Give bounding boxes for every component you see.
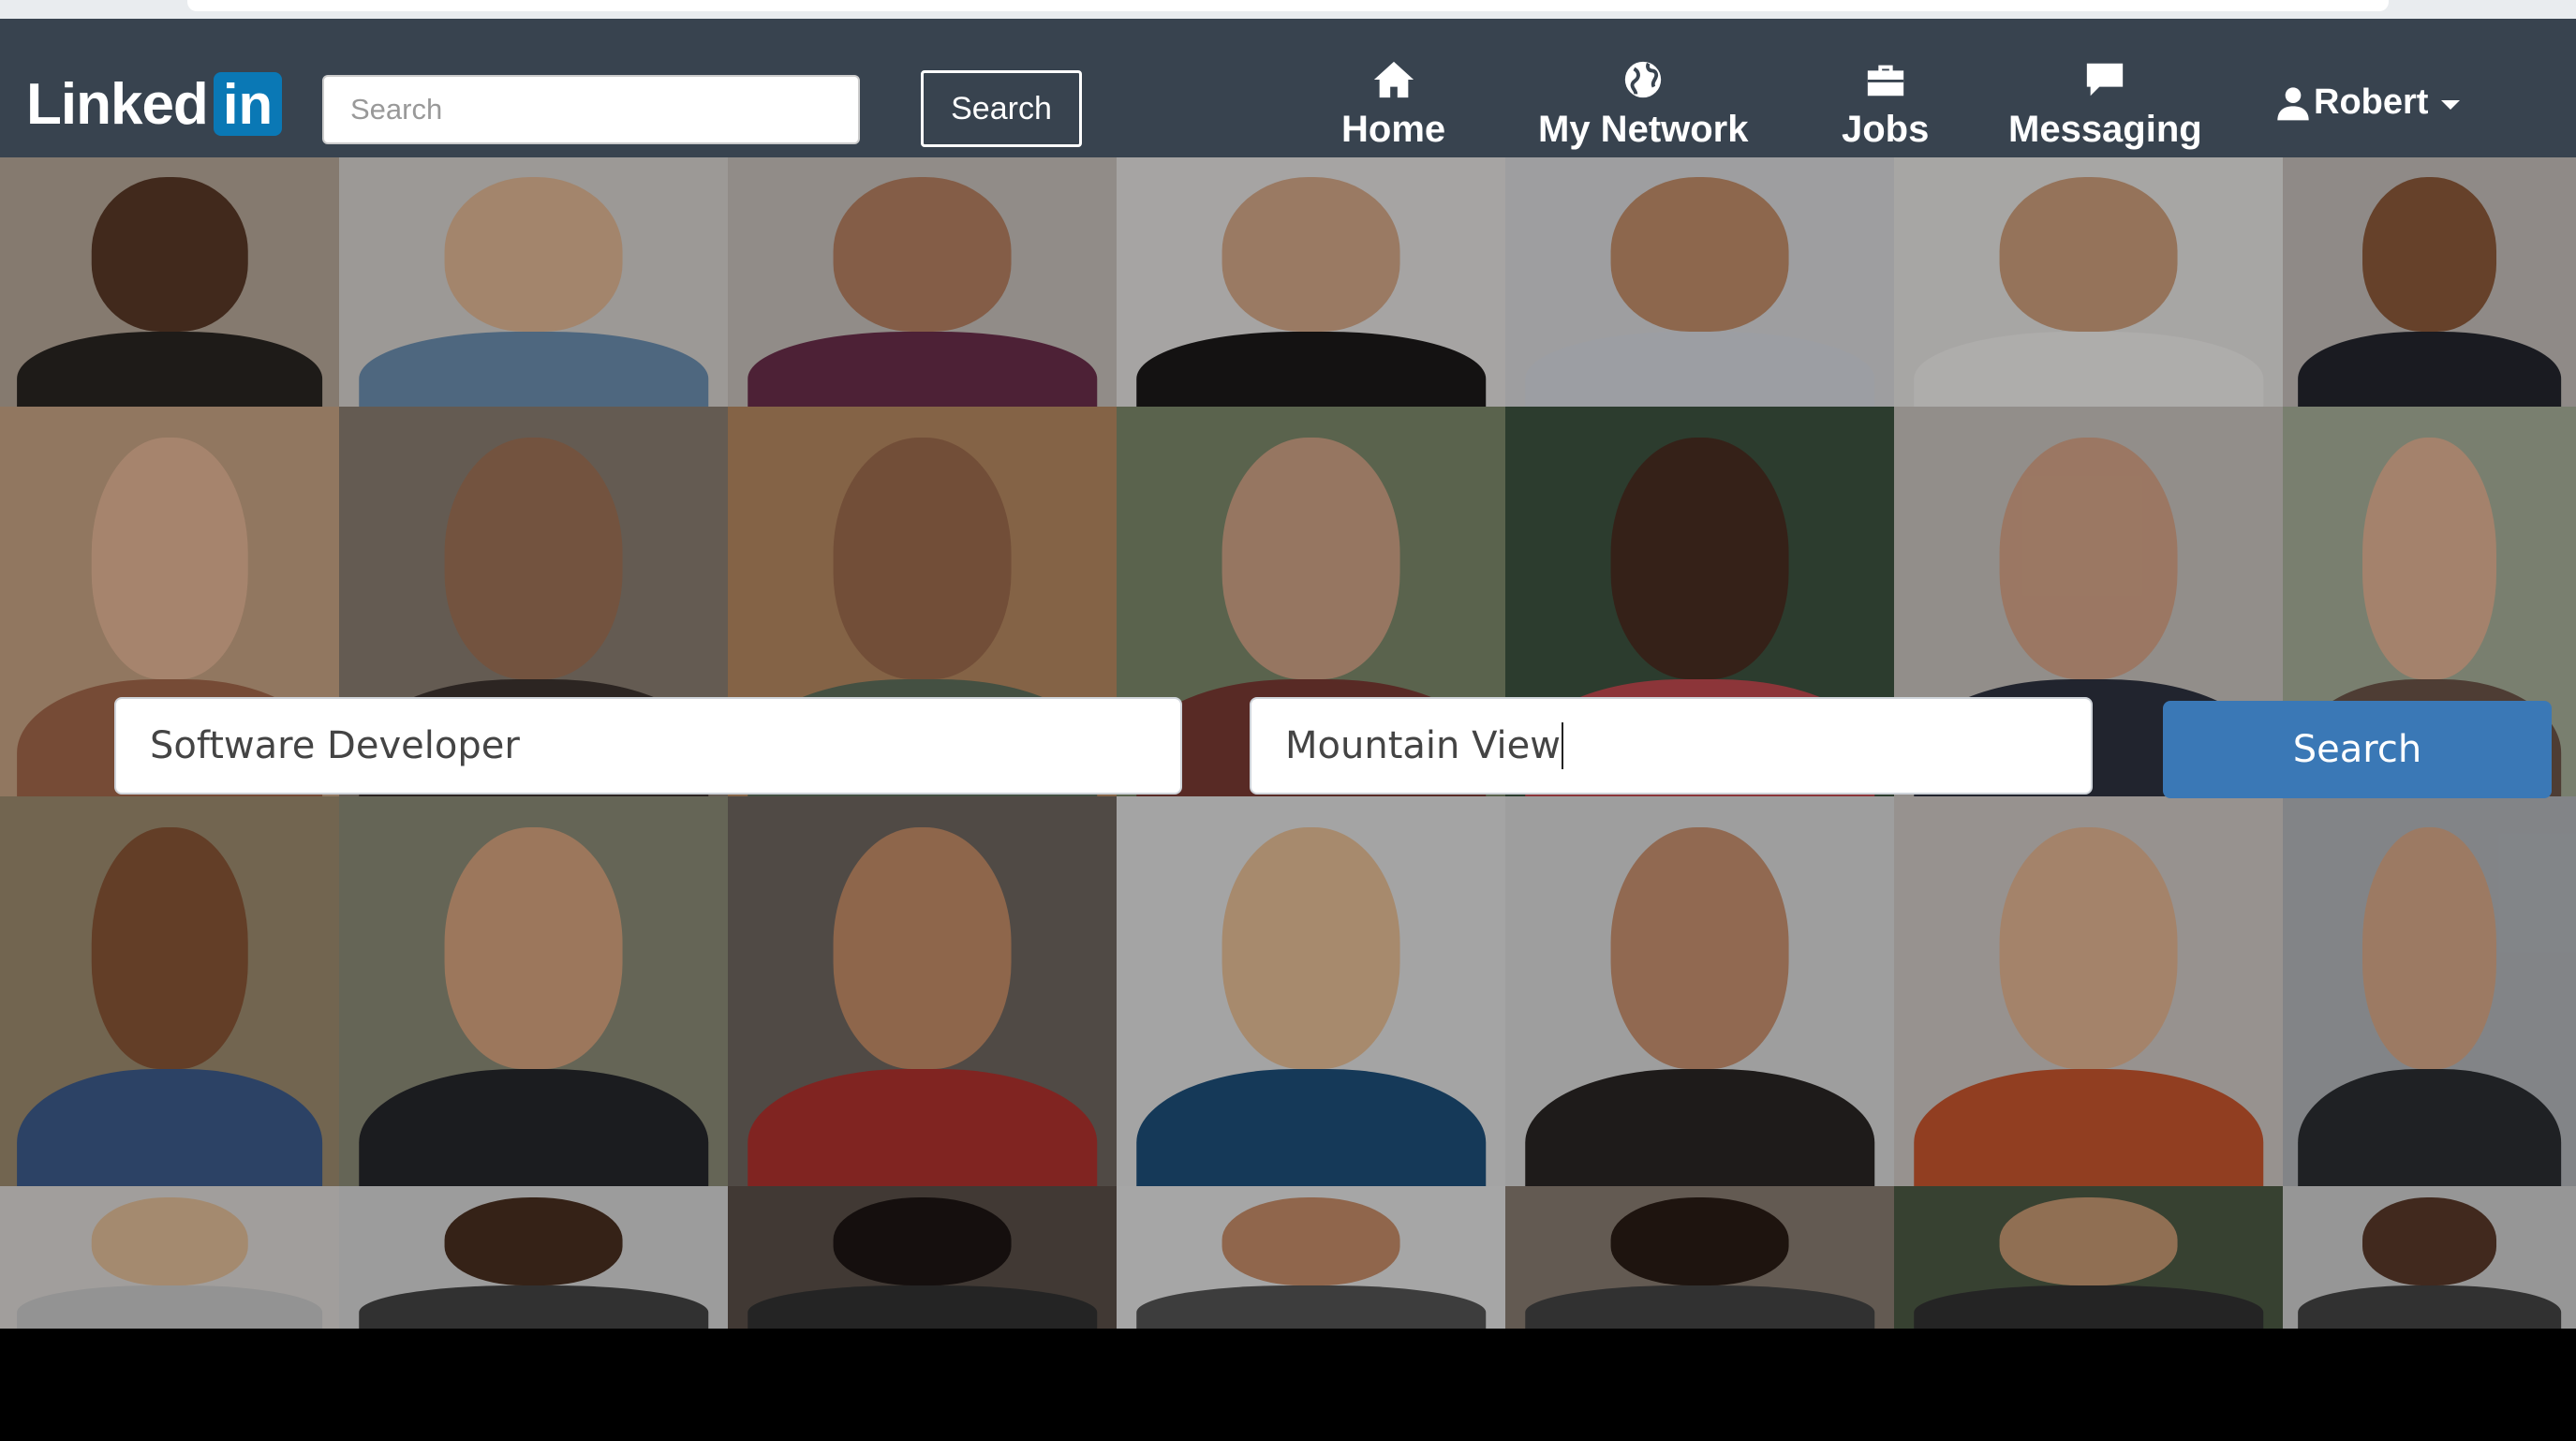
profile-photo bbox=[1117, 157, 1505, 407]
linkedin-logo[interactable]: Linked in bbox=[26, 66, 283, 142]
profile-photo bbox=[339, 796, 728, 1186]
profile-photo bbox=[1505, 796, 1894, 1186]
job-title-input[interactable]: Software Developer bbox=[114, 697, 1182, 795]
job-search-button[interactable]: Search bbox=[2163, 701, 2552, 798]
location-value: Mountain View bbox=[1285, 724, 1561, 767]
logo-box: in bbox=[213, 72, 283, 136]
profile-photo bbox=[1505, 1186, 1894, 1329]
nav-item-jobs[interactable]: Jobs bbox=[1842, 58, 1929, 151]
text-cursor bbox=[1561, 722, 1563, 769]
profile-photo bbox=[2283, 796, 2576, 1186]
nav-item-messaging[interactable]: Messaging bbox=[2008, 58, 2202, 151]
nav-item-label: Jobs bbox=[1842, 109, 1930, 150]
profile-photo bbox=[728, 796, 1117, 1186]
nav-search-button[interactable]: Search bbox=[921, 70, 1082, 147]
profile-photo bbox=[339, 1186, 728, 1329]
profile-photo bbox=[1894, 1186, 2283, 1329]
nav-item-my-network[interactable]: My Network bbox=[1538, 58, 1749, 151]
user-icon bbox=[2277, 86, 2309, 120]
user-name: Robert bbox=[2314, 82, 2429, 122]
profile-photo bbox=[0, 796, 339, 1186]
profile-photo bbox=[1894, 796, 2283, 1186]
home-icon bbox=[1373, 61, 1414, 98]
profile-photo bbox=[2283, 1186, 2576, 1329]
globe-icon bbox=[1625, 61, 1662, 98]
profile-photo bbox=[339, 157, 728, 407]
address-bar-edge bbox=[187, 0, 2389, 11]
profile-photo bbox=[728, 1186, 1117, 1329]
profile-photo bbox=[1117, 796, 1505, 1186]
profile-photo bbox=[1117, 1186, 1505, 1329]
browser-top-strip bbox=[0, 0, 2576, 19]
nav-item-home[interactable]: Home bbox=[1341, 58, 1445, 151]
profile-photo bbox=[0, 1186, 339, 1329]
nav-item-label: Home bbox=[1341, 109, 1446, 150]
profile-photo bbox=[0, 157, 339, 407]
nav-item-label: Messaging bbox=[2008, 109, 2202, 150]
job-title-value: Software Developer bbox=[150, 724, 520, 767]
briefcase-icon bbox=[1867, 65, 1903, 97]
profile-photo bbox=[728, 157, 1117, 407]
nav-search-input[interactable] bbox=[322, 75, 860, 144]
top-navbar: Linked in Search Home My Network Jobs Me… bbox=[0, 19, 2576, 157]
profile-photo bbox=[1505, 157, 1894, 407]
chevron-down-icon bbox=[2441, 99, 2461, 110]
nav-item-label: My Network bbox=[1538, 109, 1749, 150]
user-menu-dropdown[interactable]: Robert bbox=[2274, 82, 2461, 123]
profile-photo bbox=[2283, 157, 2576, 407]
chat-icon bbox=[2087, 63, 2124, 97]
location-input[interactable]: Mountain View bbox=[1250, 697, 2093, 795]
profile-photo bbox=[1894, 157, 2283, 407]
logo-text: Linked bbox=[26, 71, 209, 137]
